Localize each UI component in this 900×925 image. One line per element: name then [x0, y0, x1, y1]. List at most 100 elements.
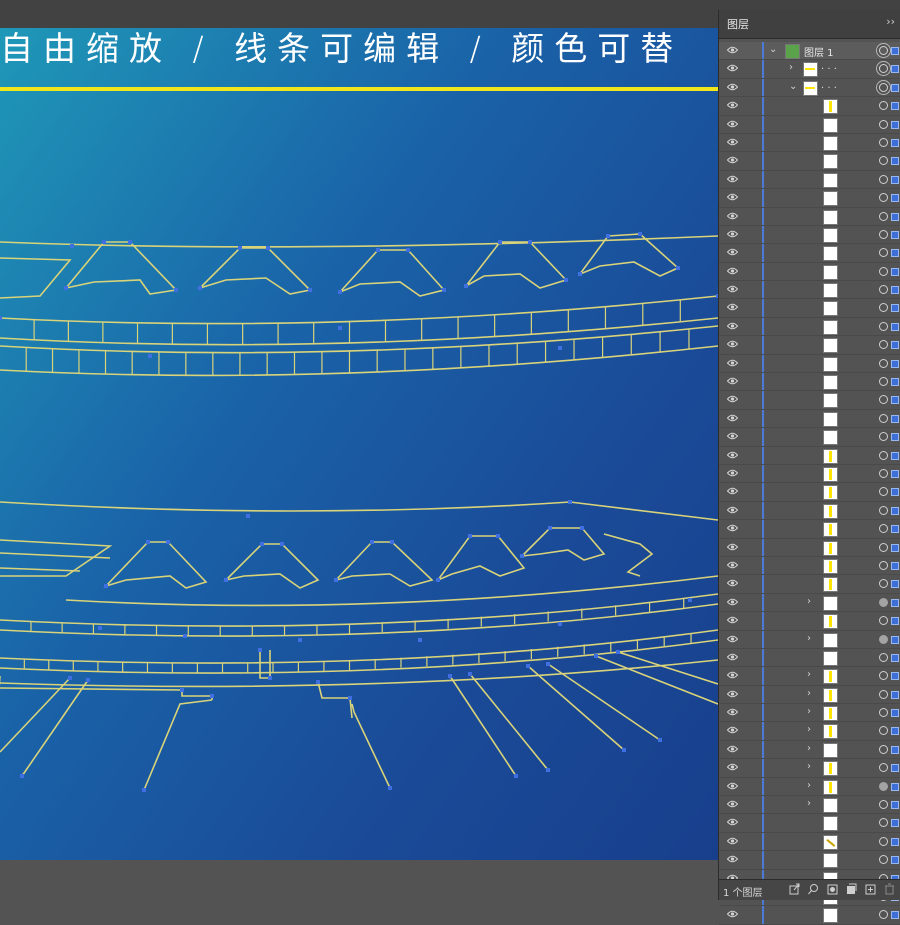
target-icon[interactable] — [879, 616, 888, 626]
chevron-right-icon[interactable]: › — [807, 633, 811, 644]
layer-row-top[interactable]: ⌄ 图层 1 — [719, 42, 900, 61]
group-row[interactable]: › — [719, 796, 900, 815]
path-row[interactable] — [719, 428, 900, 447]
make-clipping-mask-icon[interactable] — [827, 883, 838, 895]
target-icon[interactable] — [879, 579, 888, 589]
chevron-right-icon[interactable]: › — [807, 761, 811, 772]
path-row[interactable] — [719, 373, 900, 392]
eye-icon[interactable] — [727, 212, 738, 220]
artboard[interactable]: 自由缩放 / 线条可编辑 / 颜色可替 — [0, 28, 718, 860]
eye-icon[interactable] — [727, 543, 738, 551]
eye-icon[interactable] — [727, 46, 738, 54]
selection-indicator[interactable] — [891, 856, 899, 865]
path-row[interactable] — [719, 814, 900, 833]
eye-icon[interactable] — [727, 561, 738, 569]
path-row[interactable] — [719, 464, 900, 484]
group-name-label[interactable]: . . . — [821, 61, 837, 72]
selection-indicator[interactable] — [891, 672, 899, 681]
eye-icon[interactable] — [727, 635, 738, 643]
eye-icon[interactable] — [727, 451, 738, 459]
stadium-line-art[interactable] — [0, 28, 718, 860]
path-row[interactable] — [719, 906, 900, 925]
eye-icon[interactable] — [727, 726, 738, 734]
target-icon[interactable] — [879, 266, 888, 276]
target-icon[interactable] — [879, 46, 888, 55]
eye-icon[interactable] — [727, 432, 738, 440]
chevron-right-icon[interactable]: › — [807, 669, 811, 680]
export-icon[interactable] — [789, 883, 800, 895]
chevron-right-icon[interactable]: › — [789, 62, 793, 73]
eye-icon[interactable] — [727, 120, 738, 128]
new-sublayer-icon[interactable] — [846, 883, 857, 895]
target-icon[interactable] — [879, 432, 888, 442]
eye-icon[interactable] — [727, 101, 738, 109]
target-icon[interactable] — [879, 303, 888, 313]
chevron-right-icon[interactable]: › — [807, 596, 811, 607]
path-row[interactable] — [719, 189, 900, 208]
eye-icon[interactable] — [727, 285, 738, 293]
selection-indicator[interactable] — [891, 212, 899, 221]
target-icon[interactable] — [879, 597, 888, 607]
new-layer-icon[interactable] — [865, 883, 876, 895]
eye-icon[interactable] — [727, 524, 738, 532]
path-row[interactable] — [719, 115, 900, 134]
path-row[interactable] — [719, 391, 900, 410]
group-row[interactable]: › — [719, 722, 900, 741]
selection-indicator[interactable] — [891, 764, 899, 773]
selection-indicator[interactable] — [891, 157, 899, 166]
layer-name-label[interactable]: 图层 1 — [804, 44, 834, 59]
group-row[interactable]: › — [719, 759, 900, 778]
path-row[interactable] — [719, 501, 900, 521]
eye-icon[interactable] — [727, 855, 738, 863]
target-icon[interactable] — [879, 285, 888, 295]
selection-indicator[interactable] — [891, 801, 899, 810]
selection-indicator[interactable] — [891, 359, 899, 368]
eye-icon[interactable] — [727, 763, 738, 771]
group-row[interactable]: › — [719, 740, 900, 760]
selection-indicator[interactable] — [891, 230, 899, 239]
target-icon[interactable] — [879, 910, 888, 920]
eye-icon[interactable] — [727, 156, 738, 164]
tab-layers[interactable]: 图层 — [723, 14, 753, 36]
eye-icon[interactable] — [727, 690, 738, 698]
selection-indicator[interactable] — [891, 414, 899, 423]
target-icon[interactable] — [879, 652, 888, 662]
target-icon[interactable] — [879, 101, 888, 111]
chevron-right-icon[interactable]: › — [807, 743, 811, 754]
selection-indicator[interactable] — [891, 617, 899, 626]
target-icon[interactable] — [879, 689, 888, 699]
selection-indicator[interactable] — [891, 690, 899, 699]
selection-indicator[interactable] — [891, 819, 899, 828]
path-row[interactable] — [719, 851, 900, 870]
eye-icon[interactable] — [727, 303, 738, 311]
target-icon[interactable] — [879, 560, 888, 570]
eye-icon[interactable] — [727, 395, 738, 403]
target-icon[interactable] — [879, 64, 888, 74]
eye-icon[interactable] — [727, 782, 738, 790]
eye-icon[interactable] — [727, 83, 738, 91]
target-icon[interactable] — [879, 744, 888, 754]
eye-icon[interactable] — [727, 487, 738, 495]
path-row[interactable] — [719, 152, 900, 171]
group-row[interactable]: › — [719, 704, 900, 723]
target-icon[interactable] — [879, 395, 888, 405]
eye-icon[interactable] — [727, 248, 738, 256]
selection-indicator[interactable] — [891, 249, 899, 258]
path-row[interactable] — [719, 520, 900, 539]
target-icon[interactable] — [879, 708, 888, 718]
target-icon[interactable] — [879, 358, 888, 368]
locate-object-icon[interactable] — [808, 883, 819, 895]
eye-icon[interactable] — [727, 64, 738, 72]
eye-icon[interactable] — [727, 616, 738, 624]
path-row[interactable] — [719, 317, 900, 337]
chevron-right-icon[interactable]: › — [807, 798, 811, 809]
eye-icon[interactable] — [727, 322, 738, 330]
selection-indicator[interactable] — [891, 304, 899, 313]
target-icon[interactable] — [879, 542, 888, 552]
chevron-right-icon[interactable]: › — [807, 780, 811, 791]
path-row[interactable] — [719, 446, 900, 465]
selection-indicator[interactable] — [891, 322, 899, 331]
eye-icon[interactable] — [727, 175, 738, 183]
path-row[interactable] — [719, 262, 900, 282]
eye-icon[interactable] — [727, 837, 738, 845]
